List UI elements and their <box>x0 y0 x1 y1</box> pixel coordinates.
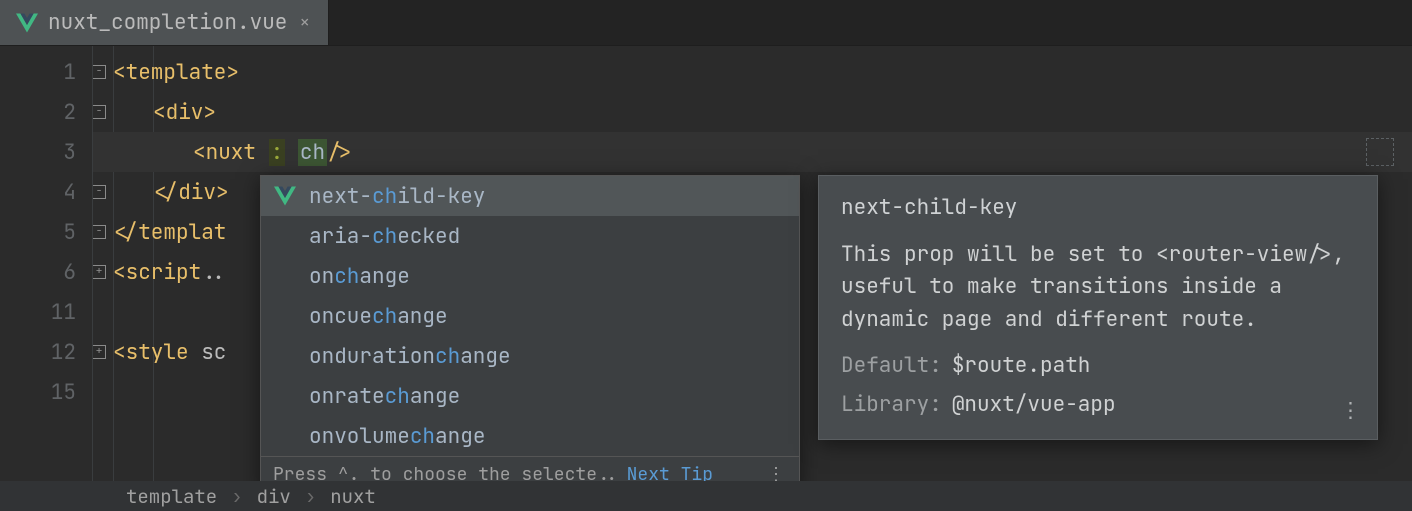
tab-bar: nuxt_completion.vue × <box>0 0 1412 46</box>
chevron-right-icon: › <box>305 484 316 509</box>
completion-popup: next-child-key aria-checked onchange oncuec… <box>260 175 800 493</box>
doc-details: Default: $route.path Library: @nuxt/vue-… <box>841 350 1355 421</box>
line-number: 4− <box>0 172 92 212</box>
completion-item-label: ondurationchange <box>309 343 785 370</box>
completion-item[interactable]: ondurationchange <box>261 336 799 376</box>
completion-item-label: next-child-key <box>309 183 785 210</box>
completion-item-label: onvolumechange <box>309 423 785 450</box>
completion-item[interactable]: aria-checked <box>261 216 799 256</box>
completion-item-label: onchange <box>309 263 785 290</box>
completion-item-label: oncuechange <box>309 303 785 330</box>
doc-title: next-child-key <box>841 192 1355 225</box>
completion-item[interactable]: next-child-key <box>261 176 799 216</box>
breadcrumb: template › div › nuxt <box>0 481 1412 511</box>
code-line[interactable]: <div> <box>93 92 1412 132</box>
line-number: 15 <box>0 372 92 412</box>
line-number: 6+ <box>0 252 92 292</box>
tab-filename: nuxt_completion.vue <box>48 9 287 36</box>
completion-item-label: aria-checked <box>309 223 785 250</box>
line-number: 1− <box>0 52 92 92</box>
line-number: 3 <box>0 132 92 172</box>
completion-item[interactable]: onratechange <box>261 376 799 416</box>
documentation-popup: next-child-key This prop will be set to … <box>818 175 1378 440</box>
breadcrumb-item[interactable]: template <box>126 484 217 509</box>
line-number: 2− <box>0 92 92 132</box>
completion-item[interactable]: oncuechange <box>261 296 799 336</box>
doc-description: This prop will be set to <router-view/>,… <box>841 239 1355 337</box>
chevron-right-icon: › <box>231 484 242 509</box>
completion-item-icon <box>273 186 297 206</box>
doc-library-label: Library: <box>841 389 942 422</box>
vue-icon <box>16 13 38 33</box>
more-icon[interactable]: ⋮ <box>1340 395 1363 428</box>
doc-default-label: Default: <box>841 350 942 383</box>
completion-item[interactable]: onvolumechange <box>261 416 799 456</box>
line-number: 12+ <box>0 332 92 372</box>
breadcrumb-item[interactable]: nuxt <box>330 484 376 509</box>
line-number: 11 <box>0 292 92 332</box>
code-line[interactable]: <template> <box>93 52 1412 92</box>
doc-default-value: $route.path <box>952 350 1355 383</box>
completion-item[interactable]: onchange <box>261 256 799 296</box>
gutter: 1− 2− 3 4− 5− 6+ 11 12+ 15 <box>0 46 92 481</box>
close-icon[interactable]: × <box>297 11 312 34</box>
line-number: 5− <box>0 212 92 252</box>
breadcrumb-item[interactable]: div <box>257 484 291 509</box>
code-line-current[interactable]: <nuxt : ch/> <box>93 132 1412 172</box>
doc-library-value: @nuxt/vue-app <box>952 389 1355 422</box>
file-tab[interactable]: nuxt_completion.vue × <box>0 0 329 45</box>
completion-item-label: onratechange <box>309 383 785 410</box>
